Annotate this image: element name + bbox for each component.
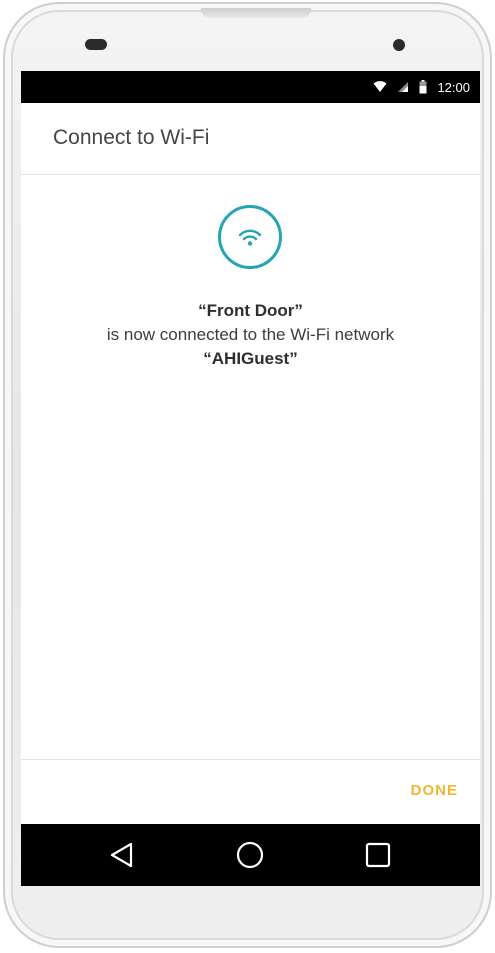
status-clock: 12:00: [437, 79, 470, 95]
earpiece-speaker: [85, 39, 107, 50]
wifi-connected-badge: [218, 205, 282, 269]
battery-icon: [419, 80, 427, 94]
device-name: “Front Door”: [198, 301, 303, 320]
connection-message: “Front Door” is now connected to the Wi-…: [21, 299, 480, 371]
wifi-icon: [373, 81, 387, 93]
recent-apps-icon[interactable]: [362, 839, 394, 871]
home-icon[interactable]: [234, 839, 266, 871]
page-title: Connect to Wi-Fi: [53, 126, 210, 149]
back-icon[interactable]: [106, 839, 138, 871]
done-button[interactable]: DONE: [411, 782, 458, 799]
app-header: Connect to Wi-Fi: [21, 103, 480, 175]
footer-bar: DONE: [21, 759, 480, 824]
status-bar: 12:00: [21, 71, 480, 103]
status-icons: 12:00: [373, 71, 470, 103]
navigation-bar: [21, 824, 480, 886]
network-name: “AHIGuest”: [203, 349, 298, 368]
front-camera: [393, 39, 405, 51]
phone-top-slot: [201, 8, 311, 18]
signal-icon: [397, 81, 409, 93]
connection-status-text: is now connected to the Wi-Fi network: [106, 325, 395, 344]
phone-screen: 12:00 Connect to Wi-Fi “Front Door” is n…: [21, 71, 480, 886]
